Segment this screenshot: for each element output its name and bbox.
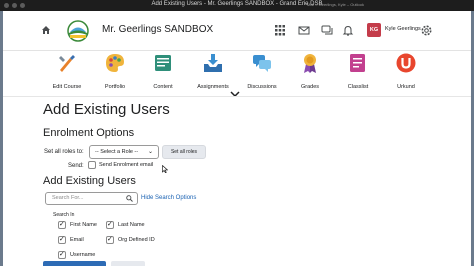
nav-classlist[interactable]: Classlist — [338, 52, 378, 90]
hide-search-options-link[interactable]: Hide Search Options — [141, 195, 196, 201]
role-select-value: -- Select a Role -- — [95, 149, 139, 155]
first-name-label: First Name — [70, 222, 97, 228]
nav-grades[interactable]: Grades — [290, 52, 330, 90]
search-input[interactable]: Search For... — [45, 192, 138, 205]
page-title: Add Existing Users — [43, 101, 170, 118]
nav-label: Classlist — [347, 84, 369, 90]
org-defined-id-label: Org Defined ID — [118, 237, 155, 243]
primary-action-button[interactable] — [43, 261, 106, 266]
chevron-down-icon: ⌄ — [147, 149, 153, 155]
username-checkbox[interactable] — [58, 250, 66, 259]
content-book-icon — [155, 55, 171, 71]
send-enrolment-email-label: Send Enrolment email — [99, 162, 154, 168]
set-all-roles-button[interactable]: Set all roles — [162, 145, 206, 159]
palette-icon — [106, 54, 124, 72]
nav-content[interactable]: Content — [143, 52, 183, 90]
nav-assignments[interactable]: Assignments — [193, 52, 233, 90]
nav-label: Edit Course — [52, 84, 82, 90]
mail-icon[interactable] — [298, 25, 310, 36]
dropbox-tray-icon — [204, 54, 222, 72]
nav-discussions[interactable]: Discussions — [242, 52, 282, 90]
course-title[interactable]: Mr. Geerlings SANDBOX — [102, 24, 213, 35]
search-in-label: Search In — [53, 212, 75, 218]
email-label: Email — [70, 237, 84, 243]
org-defined-id-checkbox[interactable] — [106, 235, 114, 244]
enrolment-options-heading: Enrolment Options — [43, 127, 135, 139]
classlist-icon — [350, 54, 365, 72]
user-name[interactable]: Kyle Geerlings — [385, 26, 421, 32]
toolbar-divider — [3, 96, 471, 97]
course-navbar: Mr. Geerlings SANDBOX KG Kyle Geerlings — [3, 11, 471, 51]
nav-label: Grades — [300, 84, 320, 90]
last-name-label: Last Name — [118, 222, 145, 228]
window-tab-title[interactable]: Mail – Geerlings, Kyle – Outlook — [307, 2, 364, 7]
urkund-icon — [396, 53, 416, 73]
nav-edit-course[interactable]: Edit Course — [47, 52, 87, 90]
send-label: Send: — [68, 163, 84, 169]
course-navigation-toolbar: Edit Course Portfolio Content Assignment… — [3, 52, 471, 92]
email-checkbox[interactable] — [58, 235, 66, 244]
os-window-titlebar: Add Existing Users - Mr. Geerlings SANDB… — [0, 0, 474, 11]
search-icon[interactable] — [126, 195, 133, 202]
window-title: Add Existing Users - Mr. Geerlings SANDB… — [151, 1, 323, 7]
secondary-action-button[interactable] — [111, 261, 145, 266]
user-avatar[interactable]: KG — [367, 23, 381, 37]
message-alerts-icon[interactable] — [321, 25, 333, 36]
search-placeholder: Search For... — [52, 195, 84, 201]
nav-label: Content — [153, 84, 173, 90]
mouse-pointer-icon — [162, 165, 168, 173]
school-board-logo[interactable] — [63, 19, 93, 43]
speech-bubbles-icon — [253, 55, 271, 72]
first-name-checkbox[interactable] — [58, 220, 66, 229]
username-label: Username — [70, 252, 96, 258]
nav-urkund[interactable]: Urkund — [386, 52, 426, 90]
nav-label: Assignments — [197, 84, 229, 90]
last-name-checkbox[interactable] — [106, 220, 114, 229]
nav-label: Discussions — [247, 84, 277, 90]
role-select[interactable]: -- Select a Role -- ⌄ — [89, 145, 159, 159]
award-ribbon-icon — [304, 54, 316, 73]
set-all-roles-label: Set all roles to: — [44, 149, 84, 155]
paintbrush-wrench-icon — [59, 55, 75, 72]
course-selector-grid-icon[interactable] — [274, 25, 286, 36]
nav-portfolio[interactable]: Portfolio — [95, 52, 135, 90]
home-icon[interactable] — [41, 25, 51, 35]
add-existing-users-heading: Add Existing Users — [43, 175, 136, 187]
nav-label: Portfolio — [104, 84, 126, 90]
send-enrolment-email-checkbox[interactable] — [88, 161, 96, 169]
notification-bell-icon[interactable] — [342, 25, 354, 36]
nav-label: Urkund — [397, 84, 415, 90]
settings-gear-icon[interactable] — [420, 24, 433, 37]
